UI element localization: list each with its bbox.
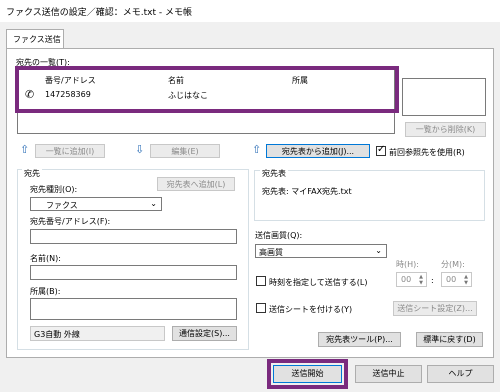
add-to-list-button[interactable]: 一覧に追加(I) <box>35 144 105 158</box>
timer-label: 時刻を指定して送信する(L) <box>269 278 368 287</box>
name-label: 名前(N): <box>30 254 61 263</box>
line-setting-value: G3自動 外線 <box>34 330 80 339</box>
destination-type-select[interactable]: ファクス ⌄ <box>30 197 162 211</box>
row-number: 147258369 <box>45 90 91 99</box>
comm-settings-button[interactable]: 通信設定(S)... <box>172 326 237 341</box>
chevron-down-icon: ⌄ <box>150 199 157 208</box>
affiliation-label: 所属(B): <box>30 287 61 296</box>
use-previous-label: 前回参照先を使用(R) <box>389 148 465 157</box>
delete-from-list-button[interactable]: 一覧から削除(K) <box>405 122 486 137</box>
help-button[interactable]: ヘルプ <box>427 365 494 383</box>
minute-label: 分(M): <box>441 260 465 269</box>
up-arrow-icon: ⇧ <box>20 143 30 156</box>
addressbook-value: 宛先表: マイFAX宛先.txt <box>262 187 352 196</box>
line-setting-field: G3自動 外線 <box>30 326 165 341</box>
timer-checkbox[interactable] <box>256 276 266 286</box>
destination-type-label: 宛先種別(O): <box>30 185 78 194</box>
quality-select[interactable]: 高画質 ⌄ <box>255 244 387 258</box>
use-previous-checkbox[interactable] <box>376 144 386 156</box>
addressbook-group-label: 宛先表 <box>260 168 288 179</box>
destination-number-label: 宛先番号/アドレス(F): <box>30 217 111 226</box>
cancel-send-button[interactable]: 送信中止 <box>355 365 422 383</box>
hour-label: 時(H): <box>396 260 419 269</box>
hour-value: 00 <box>401 275 412 284</box>
up-arrow-icon: ⇧ <box>252 143 262 156</box>
time-separator: : <box>431 276 434 285</box>
destination-number-input[interactable] <box>30 229 237 244</box>
add-to-addressbook-button[interactable]: 宛先表へ追加(L) <box>157 177 235 191</box>
addressbook-tool-button[interactable]: 宛先表ツール(P)... <box>318 332 401 347</box>
chevron-down-icon: ⌄ <box>375 246 382 255</box>
col-affiliation: 所属 <box>292 76 308 85</box>
row-name: ふじはなこ <box>168 91 208 100</box>
cover-sheet-label: 送信シートを付ける(Y) <box>269 305 353 314</box>
col-number: 番号/アドレス <box>45 76 96 85</box>
add-from-addressbook-button[interactable]: 宛先表から追加(J)... <box>266 144 370 158</box>
tab-label: ファクス送信 <box>13 35 61 44</box>
minute-value: 00 <box>446 275 457 284</box>
quality-label: 送信画質(Q): <box>255 231 303 240</box>
cover-sheet-checkbox[interactable] <box>256 303 266 313</box>
table-row[interactable]: ✆ 147258369 ふじはなこ <box>20 87 394 103</box>
col-name: 名前 <box>168 76 184 85</box>
phone-icon: ✆ <box>25 88 35 101</box>
hour-stepper[interactable]: 00 ▲ ▼ <box>396 272 427 287</box>
destination-type-value: ファクス <box>46 201 78 210</box>
edit-button[interactable]: 編集(E) <box>150 144 220 158</box>
destination-group-label: 宛先 <box>22 168 42 179</box>
name-input[interactable] <box>30 265 237 280</box>
down-arrow-icon: ⇩ <box>135 143 145 156</box>
restore-default-button[interactable]: 標準に戻す(D) <box>416 332 483 347</box>
minute-stepper[interactable]: 00 ▲ ▼ <box>441 272 472 287</box>
quality-value: 高画質 <box>259 248 283 257</box>
send-button[interactable]: 送信開始 <box>273 365 342 383</box>
stepper-arrows-icon: ▲ ▼ <box>464 274 468 286</box>
stepper-arrows-icon: ▲ ▼ <box>419 274 423 286</box>
affiliation-input[interactable] <box>30 298 237 320</box>
window-title: ファクス送信の設定／確認：メモ.txt - メモ帳 <box>6 8 192 18</box>
title-bar: ファクス送信の設定／確認：メモ.txt - メモ帳 <box>0 0 500 22</box>
cover-sheet-settings-button[interactable]: 送信シート設定(Z)... <box>393 301 477 316</box>
tab-fax-send[interactable]: ファクス送信 <box>6 29 64 49</box>
preview-box <box>402 78 486 116</box>
